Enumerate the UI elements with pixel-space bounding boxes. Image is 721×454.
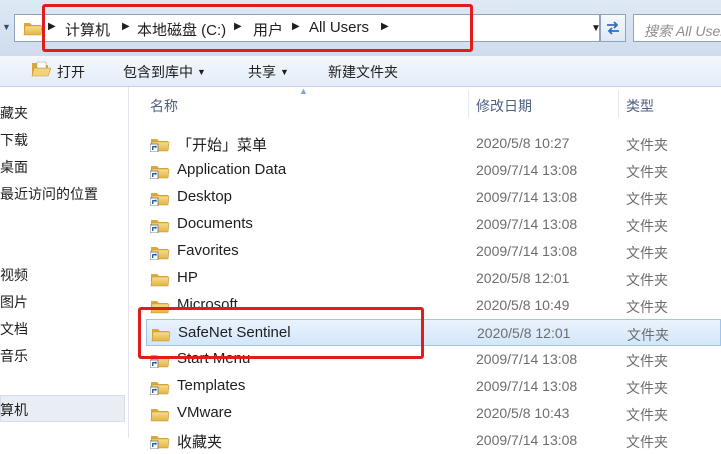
refresh-button[interactable] xyxy=(600,14,626,42)
date-modified: 2009/7/14 13:08 xyxy=(476,216,578,232)
sidebar-item-downloads[interactable]: 下载 xyxy=(0,130,28,150)
shortcut-folder-icon xyxy=(150,433,170,449)
item-type: 文件夹 xyxy=(627,327,669,343)
column-header-date-modified[interactable]: 修改日期 xyxy=(476,96,532,116)
table-row[interactable]: Templates 2009/7/14 13:08 文件夹 xyxy=(146,373,721,400)
table-row[interactable]: Desktop 2009/7/14 13:08 文件夹 xyxy=(146,184,721,211)
file-name: 「开始」菜单 xyxy=(177,137,268,154)
navigation-pane: 藏夹 下载 桌面 最近访问的位置 视频 图片 文档 音乐 算机 xyxy=(0,87,129,438)
folder-icon xyxy=(23,20,43,36)
column-header-name[interactable]: 名称 xyxy=(150,96,178,116)
table-row[interactable]: VMware 2020/5/8 10:43 文件夹 xyxy=(146,400,721,427)
file-name: 收藏夹 xyxy=(177,434,223,451)
row-highlight-box xyxy=(138,307,424,359)
date-modified: 2009/7/14 13:08 xyxy=(476,432,578,448)
shortcut-folder-icon xyxy=(150,244,170,260)
sidebar-item-videos[interactable]: 视频 xyxy=(0,265,28,285)
file-name: VMware xyxy=(177,404,233,421)
item-type: 文件夹 xyxy=(626,434,668,450)
address-bar-row: ▼ ▶ 计算机 ▶ 本地磁盘 (C:) ▶ 用户 ▶ All Users ▶ ▼… xyxy=(0,0,721,56)
folder-icon xyxy=(150,271,170,287)
file-name: Application Data xyxy=(177,161,287,178)
item-type: 文件夹 xyxy=(626,407,668,423)
item-type: 文件夹 xyxy=(626,218,668,234)
chevron-down-icon: ▼ xyxy=(280,67,289,77)
date-modified: 2020/5/8 10:27 xyxy=(476,135,570,151)
item-type: 文件夹 xyxy=(626,164,668,180)
date-modified: 2020/5/8 10:43 xyxy=(476,405,570,421)
include-in-library-button[interactable]: 包含到库中 ▼ xyxy=(123,62,206,82)
shortcut-folder-icon xyxy=(150,379,170,395)
sidebar-item-recent-places[interactable]: 最近访问的位置 xyxy=(0,184,98,204)
date-modified: 2009/7/14 13:08 xyxy=(476,162,578,178)
item-type: 文件夹 xyxy=(626,272,668,288)
date-modified: 2009/7/14 13:08 xyxy=(476,243,578,259)
column-divider[interactable] xyxy=(618,90,619,118)
sidebar-item-favorites[interactable]: 藏夹 xyxy=(0,103,28,123)
date-modified: 2020/5/8 10:49 xyxy=(476,297,570,313)
history-chevron-icon[interactable]: ▼ xyxy=(2,22,11,32)
date-modified: 2020/5/8 12:01 xyxy=(477,325,571,341)
shortcut-folder-icon xyxy=(150,190,170,206)
open-folder-icon xyxy=(31,61,51,77)
open-button[interactable]: 打开 xyxy=(57,62,85,82)
date-modified: 2020/5/8 12:01 xyxy=(476,270,570,286)
column-divider[interactable] xyxy=(468,90,469,118)
refresh-icon xyxy=(607,21,619,35)
table-row[interactable]: HP 2020/5/8 12:01 文件夹 xyxy=(146,265,721,292)
table-row[interactable]: Application Data 2009/7/14 13:08 文件夹 xyxy=(146,157,721,184)
sort-ascending-icon: ▲ xyxy=(299,86,308,96)
sidebar-item-music[interactable]: 音乐 xyxy=(0,346,28,366)
file-name: Templates xyxy=(177,377,246,394)
table-row[interactable]: Documents 2009/7/14 13:08 文件夹 xyxy=(146,211,721,238)
table-row[interactable]: Favorites 2009/7/14 13:08 文件夹 xyxy=(146,238,721,265)
file-name: Favorites xyxy=(177,242,239,259)
date-modified: 2009/7/14 13:08 xyxy=(476,189,578,205)
item-type: 文件夹 xyxy=(626,380,668,396)
item-type: 文件夹 xyxy=(626,353,668,369)
share-label: 共享 xyxy=(248,64,276,80)
item-type: 文件夹 xyxy=(626,137,668,153)
folder-icon xyxy=(150,406,170,422)
file-name: HP xyxy=(177,269,198,286)
address-highlight-box xyxy=(42,4,473,52)
share-button[interactable]: 共享 ▼ xyxy=(248,62,289,82)
item-type: 文件夹 xyxy=(626,245,668,261)
sidebar-item-computer[interactable]: 算机 xyxy=(0,400,28,420)
chevron-down-icon: ▼ xyxy=(197,67,206,77)
search-input[interactable]: 搜索 All Users xyxy=(644,21,721,41)
item-type: 文件夹 xyxy=(626,191,668,207)
table-row[interactable]: 「开始」菜单 2020/5/8 10:27 文件夹 xyxy=(146,130,721,157)
file-name: Documents xyxy=(177,215,253,232)
sidebar-item-pictures[interactable]: 图片 xyxy=(0,292,28,312)
table-row[interactable]: 收藏夹 2009/7/14 13:08 文件夹 xyxy=(146,427,721,454)
new-folder-button[interactable]: 新建文件夹 xyxy=(328,62,398,82)
sidebar-item-desktop[interactable]: 桌面 xyxy=(0,157,28,177)
command-bar: 打开 包含到库中 ▼ 共享 ▼ 新建文件夹 xyxy=(0,56,721,87)
include-in-library-label: 包含到库中 xyxy=(123,64,193,80)
item-type: 文件夹 xyxy=(626,299,668,315)
date-modified: 2009/7/14 13:08 xyxy=(476,378,578,394)
shortcut-folder-icon xyxy=(150,136,170,152)
shortcut-folder-icon xyxy=(150,163,170,179)
shortcut-folder-icon xyxy=(150,217,170,233)
search-box[interactable]: 搜索 All Users xyxy=(633,14,721,42)
sidebar-item-documents[interactable]: 文档 xyxy=(0,319,28,339)
file-name: Desktop xyxy=(177,188,233,205)
date-modified: 2009/7/14 13:08 xyxy=(476,351,578,367)
column-header-type[interactable]: 类型 xyxy=(626,96,654,116)
